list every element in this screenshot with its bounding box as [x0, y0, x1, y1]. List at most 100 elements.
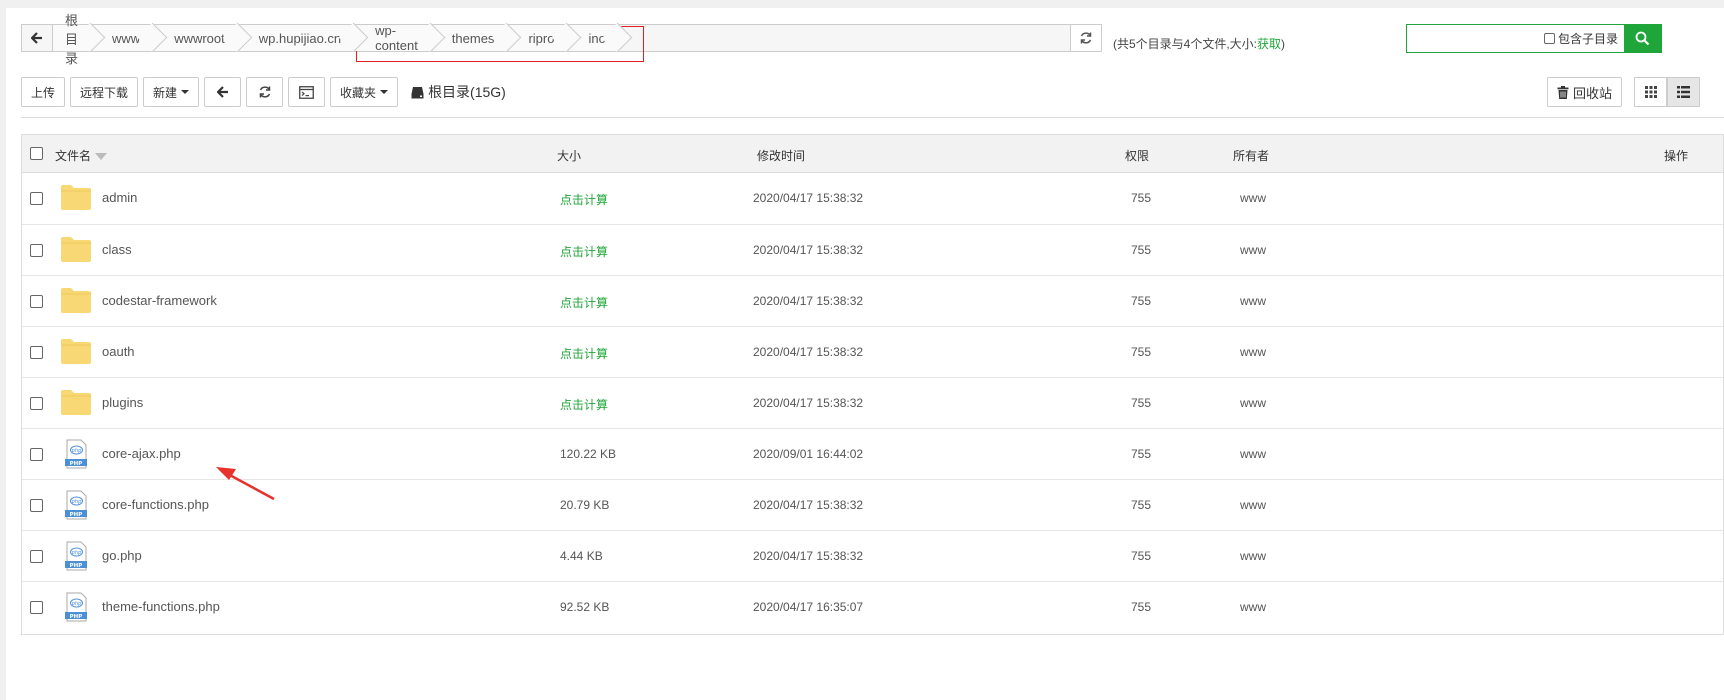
table-row[interactable]: php PHP theme-functions.php 92.52 KB 2020/04… — [22, 581, 1723, 632]
search-input[interactable] — [1407, 25, 1544, 52]
grid-view-button[interactable] — [1634, 77, 1667, 107]
file-name[interactable]: go.php — [102, 548, 142, 563]
header-perm[interactable]: 权限 — [1125, 147, 1149, 164]
svg-text:php: php — [71, 499, 82, 505]
table-row[interactable]: admin 点击计算 2020/04/17 15:38:32 755 www — [22, 173, 1723, 224]
svg-text:php: php — [71, 448, 82, 454]
arrow-left-icon — [31, 32, 42, 44]
list-view-button[interactable] — [1667, 77, 1700, 107]
search-box: 包含子目录 — [1406, 24, 1662, 53]
php-file-icon: php PHP — [65, 592, 87, 622]
breadcrumb-item[interactable]: themes — [433, 25, 511, 51]
dir-summary: (共5个目录与4个文件,大小:获取) — [1113, 35, 1285, 52]
file-name[interactable]: core-ajax.php — [102, 446, 181, 461]
header-name[interactable]: 文件名 — [55, 147, 108, 164]
file-perm[interactable]: 755 — [1131, 549, 1151, 563]
breadcrumb-item[interactable]: 根目录 — [53, 13, 95, 66]
go-back-button[interactable] — [204, 77, 242, 107]
header-size[interactable]: 大小 — [557, 147, 581, 164]
file-name[interactable]: class — [102, 242, 132, 257]
path-input-area[interactable] — [621, 25, 1070, 51]
file-perm[interactable]: 755 — [1131, 345, 1151, 359]
file-owner[interactable]: www — [1240, 345, 1266, 359]
file-size[interactable]: 点击计算 — [560, 396, 608, 413]
grid-icon — [1644, 86, 1657, 98]
recycle-bin-button[interactable]: 回收站 — [1546, 77, 1622, 107]
file-perm[interactable]: 755 — [1131, 498, 1151, 512]
table-row[interactable]: php PHP core-functions.php 20.79 KB 2020/04/… — [22, 479, 1723, 530]
breadcrumb-item[interactable]: wp-content — [357, 23, 434, 53]
fetch-size-link[interactable]: 获取 — [1257, 37, 1281, 51]
folder-icon — [61, 390, 91, 415]
row-checkbox[interactable] — [30, 601, 43, 614]
file-owner[interactable]: www — [1240, 243, 1266, 257]
table-row[interactable]: oauth 点击计算 2020/04/17 15:38:32 755 www — [22, 326, 1723, 377]
file-size[interactable]: 点击计算 — [560, 294, 608, 311]
disk-indicator[interactable]: 根目录(15G) — [411, 82, 506, 102]
table-row[interactable]: class 点击计算 2020/04/17 15:38:32 755 www — [22, 224, 1723, 275]
svg-text:php: php — [71, 550, 82, 556]
file-owner[interactable]: www — [1240, 549, 1266, 563]
right-toolbar: 回收站 — [1546, 77, 1700, 107]
file-perm[interactable]: 755 — [1131, 294, 1151, 308]
header-owner[interactable]: 所有者 — [1233, 147, 1269, 164]
file-owner[interactable]: www — [1240, 447, 1266, 461]
file-size: 120.22 KB — [560, 447, 617, 461]
row-checkbox[interactable] — [30, 448, 43, 461]
file-name[interactable]: plugins — [102, 395, 143, 410]
favorites-dropdown-button[interactable]: 收藏夹 — [330, 77, 399, 107]
upload-button[interactable]: 上传 — [21, 77, 66, 107]
file-perm[interactable]: 755 — [1131, 600, 1151, 614]
remote-download-button[interactable]: 远程下载 — [70, 77, 139, 107]
file-size[interactable]: 点击计算 — [560, 345, 608, 362]
file-size: 92.52 KB — [560, 600, 610, 614]
path-bar: 根目录 www wwwroot wp.hupijiao.cn wp-content the… — [21, 13, 1102, 66]
file-name[interactable]: admin — [102, 190, 137, 205]
row-checkbox[interactable] — [30, 295, 43, 308]
table-row[interactable]: codestar-framework 点击计算 2020/04/17 15:38:3… — [22, 275, 1723, 326]
row-checkbox[interactable] — [30, 244, 43, 257]
file-owner[interactable]: www — [1240, 396, 1266, 410]
table-row[interactable]: plugins 点击计算 2020/04/17 15:38:32 755 www — [22, 377, 1723, 428]
file-perm[interactable]: 755 — [1131, 396, 1151, 410]
file-size[interactable]: 点击计算 — [560, 243, 608, 260]
header-mtime[interactable]: 修改时间 — [757, 147, 805, 164]
file-name[interactable]: theme-functions.php — [102, 599, 220, 614]
row-checkbox[interactable] — [30, 346, 43, 359]
file-owner[interactable]: www — [1240, 600, 1266, 614]
file-mtime: 2020/04/17 15:38:32 — [753, 396, 864, 410]
file-owner[interactable]: www — [1240, 498, 1266, 512]
file-perm[interactable]: 755 — [1131, 447, 1151, 461]
select-all-checkbox[interactable] — [30, 147, 43, 160]
caret-down-icon — [181, 90, 190, 94]
terminal-button[interactable] — [288, 77, 326, 107]
file-size[interactable]: 点击计算 — [560, 191, 608, 208]
back-button[interactable] — [22, 25, 53, 51]
breadcrumb-item[interactable]: wp.hupijiao.cn — [240, 25, 358, 51]
breadcrumb-item[interactable]: wwwroot — [156, 25, 241, 51]
search-button[interactable] — [1624, 25, 1661, 52]
file-name[interactable]: oauth — [102, 344, 135, 359]
file-name[interactable]: core-functions.php — [102, 497, 209, 512]
row-checkbox[interactable] — [30, 397, 43, 410]
include-subdir-checkbox[interactable] — [1543, 33, 1555, 44]
include-subdir-toggle[interactable]: 包含子目录 — [1543, 25, 1624, 52]
file-owner[interactable]: www — [1240, 294, 1266, 308]
file-owner[interactable]: www — [1240, 191, 1266, 205]
svg-text:php: php — [71, 601, 82, 607]
file-perm[interactable]: 755 — [1131, 191, 1151, 205]
file-table: 文件名 大小 修改时间 权限 所有者 操作 admin 点击计算 2020/04/1… — [21, 134, 1724, 635]
recycle-bin-label: 回收站 — [1572, 85, 1612, 101]
row-checkbox[interactable] — [30, 192, 43, 205]
file-name[interactable]: codestar-framework — [102, 293, 217, 308]
table-row[interactable]: php PHP go.php 4.44 KB 2020/04/17 15:38:32 75… — [22, 530, 1723, 581]
view-switcher — [1634, 77, 1700, 107]
row-checkbox[interactable] — [30, 499, 43, 512]
row-checkbox[interactable] — [30, 550, 43, 563]
file-perm[interactable]: 755 — [1131, 243, 1151, 257]
path-refresh-button[interactable] — [1070, 25, 1101, 51]
new-dropdown-button[interactable]: 新建 — [143, 77, 200, 107]
refresh-button[interactable] — [246, 77, 284, 107]
file-mtime: 2020/04/17 15:38:32 — [753, 191, 864, 205]
table-row[interactable]: php PHP core-ajax.php 120.22 KB 2020/09/01 1… — [22, 428, 1723, 479]
